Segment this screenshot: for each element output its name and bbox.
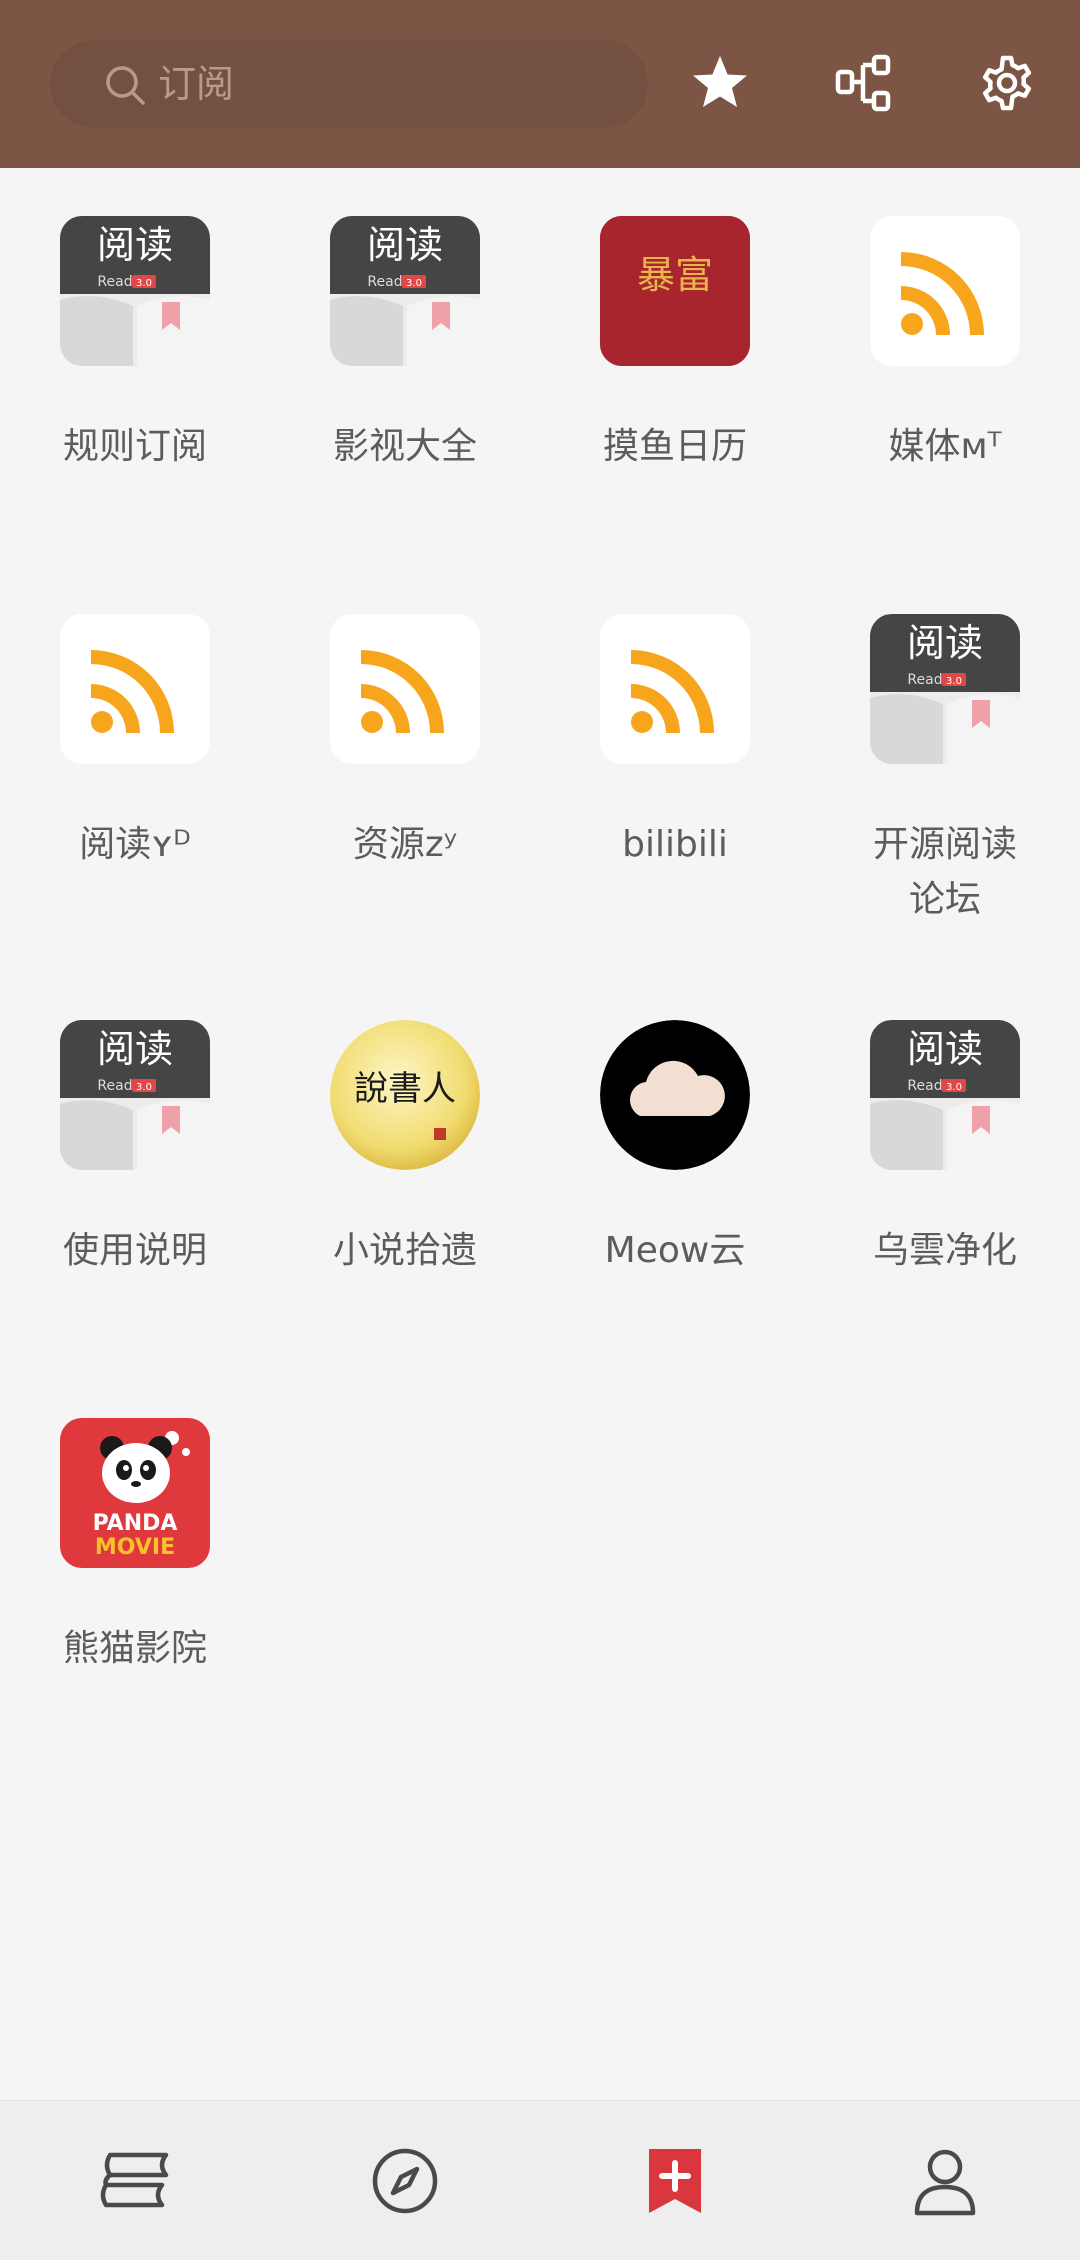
source-label: bilibili	[622, 824, 728, 865]
search-input[interactable]: 订阅	[50, 40, 648, 128]
svg-text:阅读: 阅读	[907, 1027, 983, 1071]
svg-text:3.0: 3.0	[946, 676, 962, 687]
read-app-icon: 阅读 Read 3.0	[870, 1020, 1020, 1170]
subscribe-icon	[649, 2149, 701, 2213]
top-bar: 订阅	[0, 0, 1080, 168]
svg-text:Read: Read	[97, 1078, 132, 1094]
nav-profile[interactable]	[909, 2145, 981, 2217]
svg-text:Read: Read	[907, 672, 942, 688]
group-button[interactable]	[829, 48, 899, 118]
svg-text:3.0: 3.0	[406, 278, 422, 289]
svg-text:阅读: 阅读	[907, 621, 983, 665]
rss-icon	[870, 216, 1020, 366]
read-app-icon: 阅读 Read 3.0	[60, 216, 210, 366]
source-label: 规则订阅	[62, 426, 207, 467]
tree-structure-icon	[835, 54, 891, 112]
svg-text:3.0: 3.0	[946, 1082, 962, 1093]
panda-movie-icon: PANDA MOVIE	[60, 1418, 210, 1568]
rss-icon	[60, 614, 210, 764]
source-item-panda-movie[interactable]: PANDA MOVIE 熊猫影院	[0, 1418, 270, 1758]
source-item-calendar[interactable]: 暴富 摸鱼日历	[540, 216, 810, 556]
source-item-media[interactable]: 媒体ᴍᵀ	[810, 216, 1080, 556]
search-icon	[106, 66, 145, 105]
svg-text:Read: Read	[97, 274, 132, 290]
nav-discover[interactable]	[369, 2145, 441, 2217]
source-label: 开源阅读 论坛	[872, 824, 1017, 920]
source-label: 使用说明	[62, 1230, 207, 1271]
nav-bookshelf[interactable]	[100, 2145, 172, 2217]
calendar-icon: 暴富	[600, 216, 750, 366]
cloud-icon	[600, 1020, 750, 1170]
source-item-resources[interactable]: 资源zʸ	[270, 614, 540, 954]
svg-text:MOVIE: MOVIE	[95, 1535, 175, 1560]
source-item-forum[interactable]: 阅读 Read 3.0 开源阅读 论坛	[810, 614, 1080, 954]
source-label: 乌雲净化	[872, 1230, 1017, 1271]
source-item-novels[interactable]: 說書人 小说拾遗	[270, 1020, 540, 1360]
source-item-rule-subscription[interactable]: 阅读 Read 3.0 规则订阅	[0, 216, 270, 556]
bottom-navigation	[0, 2100, 1080, 2260]
svg-text:Read: Read	[367, 274, 402, 290]
source-label: Meow云	[604, 1230, 746, 1271]
source-label: 资源zʸ	[352, 824, 458, 865]
settings-button[interactable]	[972, 48, 1042, 118]
svg-text:說書人: 說書人	[354, 1069, 456, 1109]
rss-icon	[330, 614, 480, 764]
source-label: 影视大全	[332, 426, 477, 467]
svg-text:PANDA: PANDA	[93, 1511, 178, 1536]
nav-subscribe[interactable]	[639, 2145, 711, 2217]
source-label: 小说拾遗	[332, 1230, 477, 1271]
source-item-purify[interactable]: 阅读 Read 3.0 乌雲净化	[810, 1020, 1080, 1360]
source-item-reading-yd[interactable]: 阅读ʏᴰ	[0, 614, 270, 954]
svg-text:3.0: 3.0	[136, 1082, 152, 1093]
svg-text:暴富: 暴富	[637, 253, 713, 297]
bookshelf-icon	[100, 2152, 169, 2208]
source-label: 熊猫影院	[62, 1628, 207, 1669]
rss-icon	[600, 614, 750, 764]
read-app-icon: 阅读 Read 3.0	[330, 216, 480, 366]
star-icon	[693, 56, 747, 107]
svg-text:阅读: 阅读	[367, 223, 443, 267]
source-item-meow-cloud[interactable]: Meow云	[540, 1020, 810, 1360]
read-app-icon: 阅读 Read 3.0	[60, 1020, 210, 1170]
read-app-icon: 阅读 Read 3.0	[870, 614, 1020, 764]
source-label: 阅读ʏᴰ	[79, 824, 191, 865]
source-item-movies[interactable]: 阅读 Read 3.0 影视大全	[270, 216, 540, 556]
source-item-guide[interactable]: 阅读 Read 3.0 使用说明	[0, 1020, 270, 1360]
user-icon	[914, 2149, 976, 2216]
source-label: 摸鱼日历	[602, 426, 747, 467]
search-placeholder: 订阅	[158, 62, 235, 106]
source-item-bilibili[interactable]: bilibili	[540, 614, 810, 954]
svg-text:Read: Read	[907, 1078, 942, 1094]
storyteller-icon: 說書人	[330, 1020, 480, 1170]
svg-text:阅读: 阅读	[97, 1027, 173, 1071]
svg-text:3.0: 3.0	[136, 278, 152, 289]
favorites-button[interactable]	[685, 48, 755, 118]
gear-icon	[982, 55, 1032, 111]
source-label: 媒体ᴍᵀ	[888, 426, 1002, 467]
compass-icon	[372, 2148, 438, 2214]
svg-text:阅读: 阅读	[97, 223, 173, 267]
